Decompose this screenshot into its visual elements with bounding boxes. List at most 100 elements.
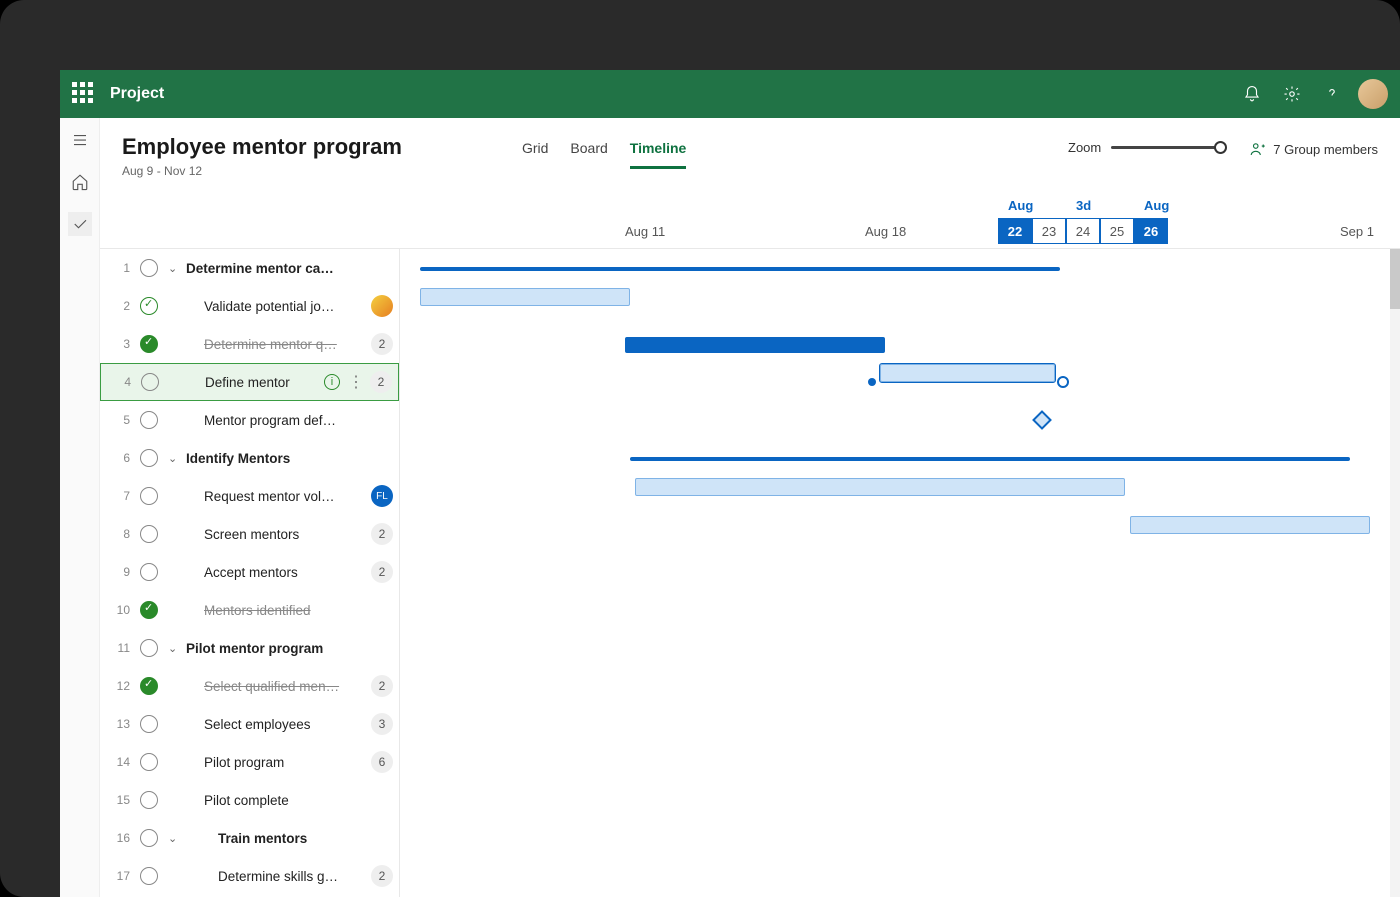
task-row[interactable]: 5Mentor program def… [100,401,399,439]
task-name: Request mentor vol… [204,489,365,504]
bar-end-handle[interactable] [1057,376,1069,388]
attachment-badge[interactable]: 2 [371,333,393,355]
task-status-icon[interactable] [140,639,158,657]
task-row[interactable]: 9Accept mentors2 [100,553,399,591]
body: 1⌄Determine mentor ca…2Validate potentia… [100,248,1400,897]
task-status-icon[interactable] [140,525,158,543]
task-status-icon[interactable] [140,297,158,315]
zoom-control: Zoom [1068,134,1221,155]
task-status-icon[interactable] [141,373,159,391]
summary-bar[interactable] [630,457,1350,461]
day-box[interactable]: 22 [998,218,1032,244]
task-status-icon[interactable] [140,449,158,467]
task-status-icon[interactable] [140,563,158,581]
task-status-icon[interactable] [140,677,158,695]
task-row[interactable]: 12Select qualified men…2 [100,667,399,705]
task-status-icon[interactable] [140,259,158,277]
task-bar[interactable] [635,478,1125,496]
attachment-badge[interactable]: 2 [371,675,393,697]
task-row[interactable]: 14Pilot program6 [100,743,399,781]
task-status-icon[interactable] [140,867,158,885]
group-members-button[interactable]: 7 Group members [1249,134,1378,158]
task-bar[interactable] [420,288,630,306]
expand-icon[interactable]: ⌄ [168,832,182,845]
day-box[interactable]: 23 [1032,218,1066,244]
attachment-badge[interactable]: 3 [371,713,393,735]
task-row[interactable]: 16 ⌄ Train mentors [100,819,399,857]
tab-timeline[interactable]: Timeline [630,140,687,169]
gantt-chart[interactable] [400,249,1400,897]
content: Employee mentor program Aug 9 - Nov 12 G… [100,118,1400,897]
task-status-icon[interactable] [140,601,158,619]
expand-icon[interactable]: ⌄ [168,262,182,275]
task-number: 17 [110,869,130,883]
info-icon[interactable]: i [324,374,340,390]
zoom-thumb[interactable] [1214,141,1227,154]
scale-month-start: Aug [1008,198,1033,213]
task-row[interactable]: 17Determine skills g…2 [100,857,399,895]
task-number: 3 [110,337,130,351]
home-icon[interactable] [68,170,92,194]
task-row[interactable]: 6⌄Identify Mentors [100,439,399,477]
attachment-badge[interactable]: 2 [370,371,392,393]
attachment-badge[interactable]: 2 [371,523,393,545]
summary-bar[interactable] [420,267,1060,271]
more-icon[interactable]: ⋮ [348,372,364,392]
task-status-icon[interactable] [140,829,158,847]
hamburger-icon[interactable] [68,128,92,152]
expand-icon[interactable]: ⌄ [168,642,182,655]
task-status-icon[interactable] [140,487,158,505]
vertical-scrollbar[interactable] [1390,249,1400,897]
task-name: Select qualified men… [204,679,365,694]
notifications-icon[interactable] [1232,85,1272,103]
task-bar[interactable] [1130,516,1370,534]
attachment-badge[interactable]: 2 [371,561,393,583]
task-bar-progress[interactable] [625,337,885,353]
task-status-icon[interactable] [140,791,158,809]
task-row[interactable]: 10Mentors identified [100,591,399,629]
task-row[interactable]: 2Validate potential jo… [100,287,399,325]
task-name: Train mentors [218,831,393,846]
assignee-avatar[interactable]: FL [371,485,393,507]
day-box[interactable]: 26 [1134,218,1168,244]
task-row[interactable]: 8Screen mentors2 [100,515,399,553]
attachment-badge[interactable]: 2 [371,865,393,887]
settings-icon[interactable] [1272,85,1312,103]
day-box[interactable]: 24 [1066,218,1100,244]
task-number: 16 [110,831,130,845]
task-number: 8 [110,527,130,541]
help-icon[interactable] [1312,85,1352,103]
check-icon[interactable] [68,212,92,236]
bar-start-handle[interactable] [868,378,876,386]
day-box[interactable]: 25 [1100,218,1134,244]
page-header: Employee mentor program Aug 9 - Nov 12 G… [100,118,1400,178]
task-row[interactable]: 13Select employees3 [100,705,399,743]
task-row[interactable]: 11⌄Pilot mentor program [100,629,399,667]
app-launcher-icon[interactable] [72,82,96,106]
tab-board[interactable]: Board [570,140,607,169]
assignee-avatar[interactable] [371,295,393,317]
scale-duration: 3d [1076,198,1091,213]
task-status-icon[interactable] [140,335,158,353]
tab-grid[interactable]: Grid [522,140,548,169]
task-status-icon[interactable] [140,715,158,733]
task-row[interactable]: 4Define mentori⋮2 [100,363,399,401]
user-avatar[interactable] [1358,79,1388,109]
date-range: Aug 9 - Nov 12 [122,164,402,178]
task-row[interactable]: 3Determine mentor q…2 [100,325,399,363]
task-status-icon[interactable] [140,753,158,771]
attachment-badge[interactable]: 6 [371,751,393,773]
task-list[interactable]: 1⌄Determine mentor ca…2Validate potentia… [100,249,400,897]
zoom-slider[interactable] [1111,146,1221,149]
milestone-icon[interactable] [1032,410,1052,430]
task-name: Pilot mentor program [186,641,393,656]
task-bar[interactable] [880,364,1055,382]
scrollbar-thumb[interactable] [1390,249,1400,309]
task-row[interactable]: 1⌄Determine mentor ca… [100,249,399,287]
task-row[interactable]: 15Pilot complete [100,781,399,819]
task-number: 10 [110,603,130,617]
task-row[interactable]: 7Request mentor vol…FL [100,477,399,515]
day-selector[interactable]: 22 23 24 25 26 [998,218,1168,244]
task-status-icon[interactable] [140,411,158,429]
expand-icon[interactable]: ⌄ [168,452,182,465]
